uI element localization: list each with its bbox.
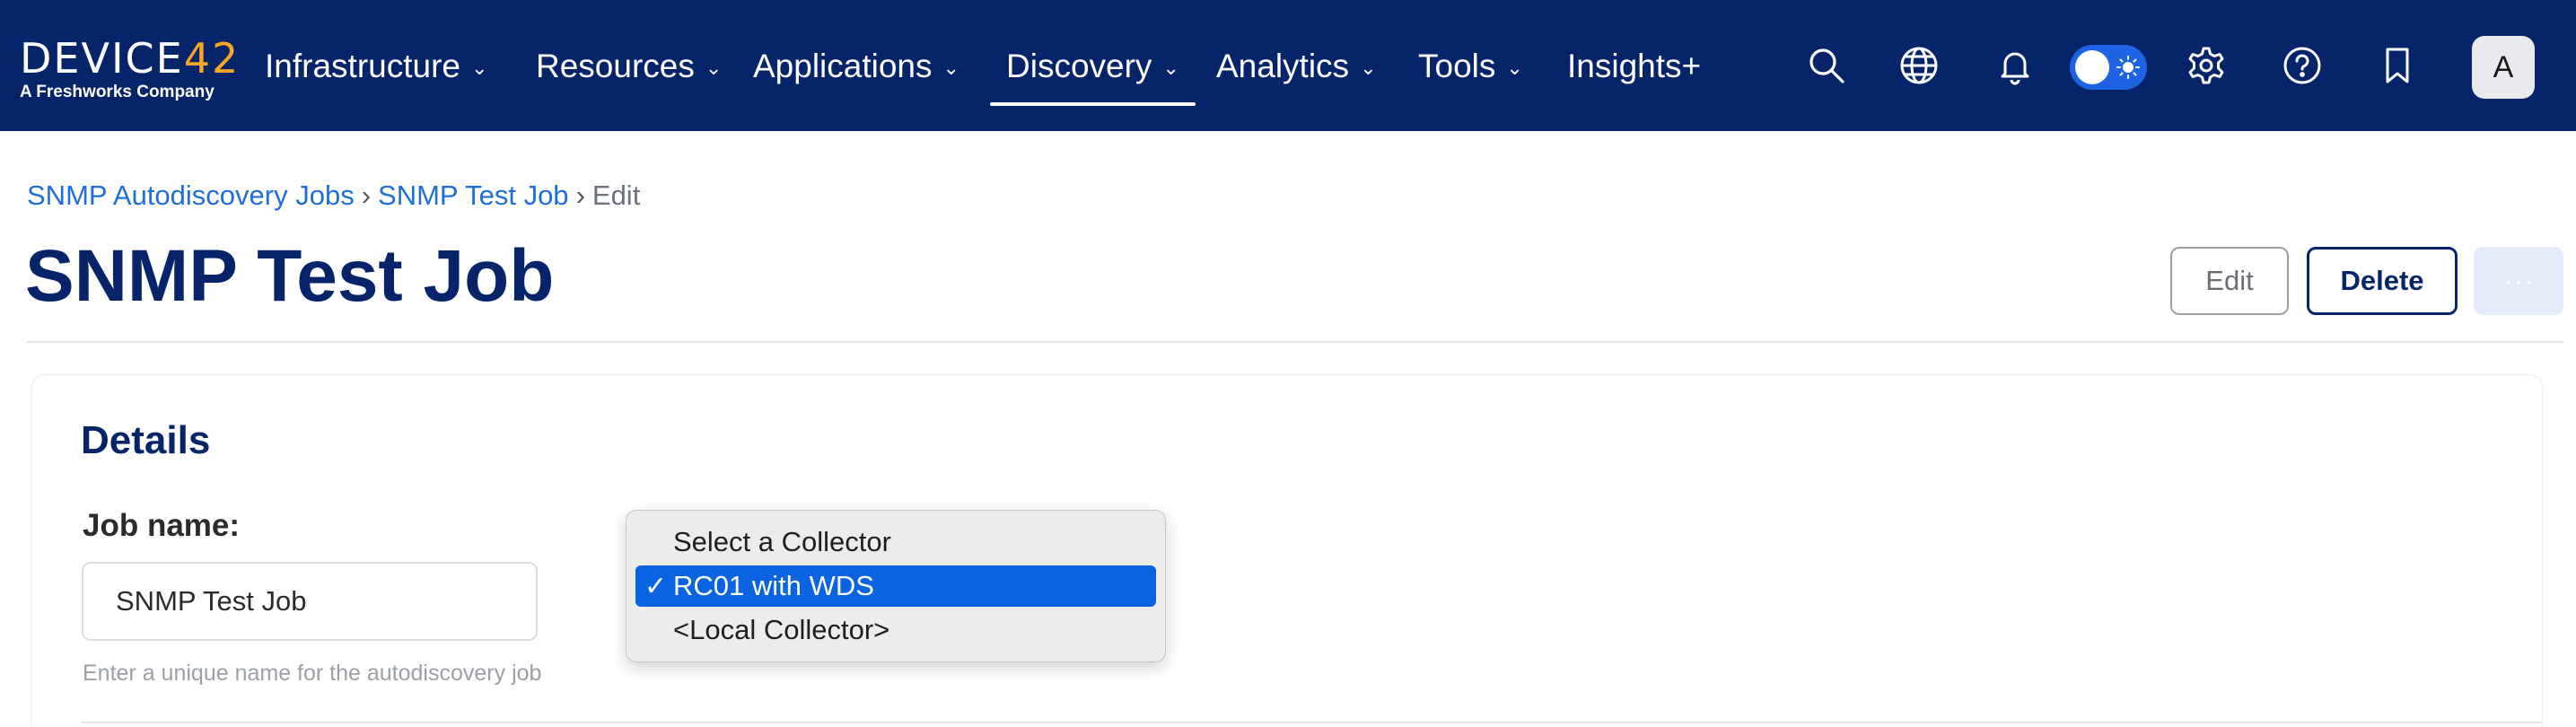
edit-button[interactable]: Edit (2170, 247, 2289, 315)
bell-icon[interactable] (1994, 45, 2036, 86)
collector-option-select-a-collector[interactable]: Select a Collector (635, 521, 1156, 563)
page-title: SNMP Test Job (25, 235, 555, 317)
checkmark-icon: ✓ (644, 572, 668, 601)
more-actions-button[interactable]: ··· (2474, 247, 2563, 315)
nav-item-infrastructure[interactable]: Infrastructure ⌄ (265, 39, 487, 93)
logo-wordmark: DEVICE42 (20, 34, 241, 83)
chevron-down-icon: ⌄ (942, 57, 959, 79)
collector-dropdown-menu: Select a Collector ✓ RC01 with WDS <Loca… (626, 510, 1166, 662)
device42-logo[interactable]: DEVICE42 A Freshworks Company (20, 34, 241, 102)
breadcrumb: SNMP Autodiscovery Jobs › SNMP Test Job › Ed… (27, 180, 640, 212)
gear-icon[interactable] (2186, 45, 2227, 86)
job-name-helper-text: Enter a unique name for the autodiscover… (83, 661, 542, 686)
chevron-down-icon: ⌄ (1506, 57, 1523, 79)
theme-toggle[interactable] (2070, 45, 2147, 90)
nav-item-resources[interactable]: Resources ⌄ (536, 39, 722, 93)
chevron-down-icon: ⌄ (470, 57, 488, 79)
collector-option-local-collector[interactable]: <Local Collector> (635, 609, 1156, 651)
delete-button[interactable]: Delete (2307, 247, 2458, 315)
details-card: Details Job name: Enter a unique name fo… (32, 375, 2542, 727)
chevron-down-icon: ⌄ (1162, 57, 1179, 79)
top-navigation-bar: DEVICE42 A Freshworks Company Infrastruc… (0, 0, 2576, 131)
globe-icon[interactable] (1898, 45, 1940, 86)
help-icon[interactable] (2282, 45, 2323, 86)
nav-item-discovery[interactable]: Discovery ⌄ (990, 39, 1196, 106)
breadcrumb-snmp-autodiscovery-jobs[interactable]: SNMP Autodiscovery Jobs (27, 180, 355, 211)
bookmark-icon[interactable] (2377, 45, 2418, 86)
header-divider (27, 341, 2563, 343)
chevron-down-icon: ⌄ (1360, 57, 1377, 79)
nav-item-tools[interactable]: Tools ⌄ (1418, 39, 1523, 93)
nav-item-insights-plus[interactable]: Insights+ (1567, 39, 1701, 93)
card-divider (81, 722, 2542, 723)
logo-tagline: A Freshworks Company (20, 83, 215, 101)
breadcrumb-separator: › (361, 180, 372, 211)
breadcrumb-current-edit: Edit (591, 180, 641, 211)
nav-item-applications[interactable]: Applications ⌄ (753, 39, 959, 93)
collector-option-rc01-with-wds[interactable]: ✓ RC01 with WDS (635, 565, 1156, 607)
search-icon[interactable] (1806, 45, 1847, 86)
breadcrumb-separator: › (575, 180, 585, 211)
details-section-title: Details (81, 418, 211, 462)
nav-item-analytics[interactable]: Analytics ⌄ (1216, 39, 1377, 93)
sun-icon (2116, 56, 2140, 79)
toggle-knob (2075, 50, 2109, 84)
breadcrumb-snmp-test-job[interactable]: SNMP Test Job (378, 180, 569, 211)
job-name-label: Job name: (83, 508, 241, 543)
user-avatar[interactable]: A (2472, 36, 2535, 99)
job-name-input[interactable] (82, 562, 538, 641)
chevron-down-icon: ⌄ (705, 57, 723, 79)
